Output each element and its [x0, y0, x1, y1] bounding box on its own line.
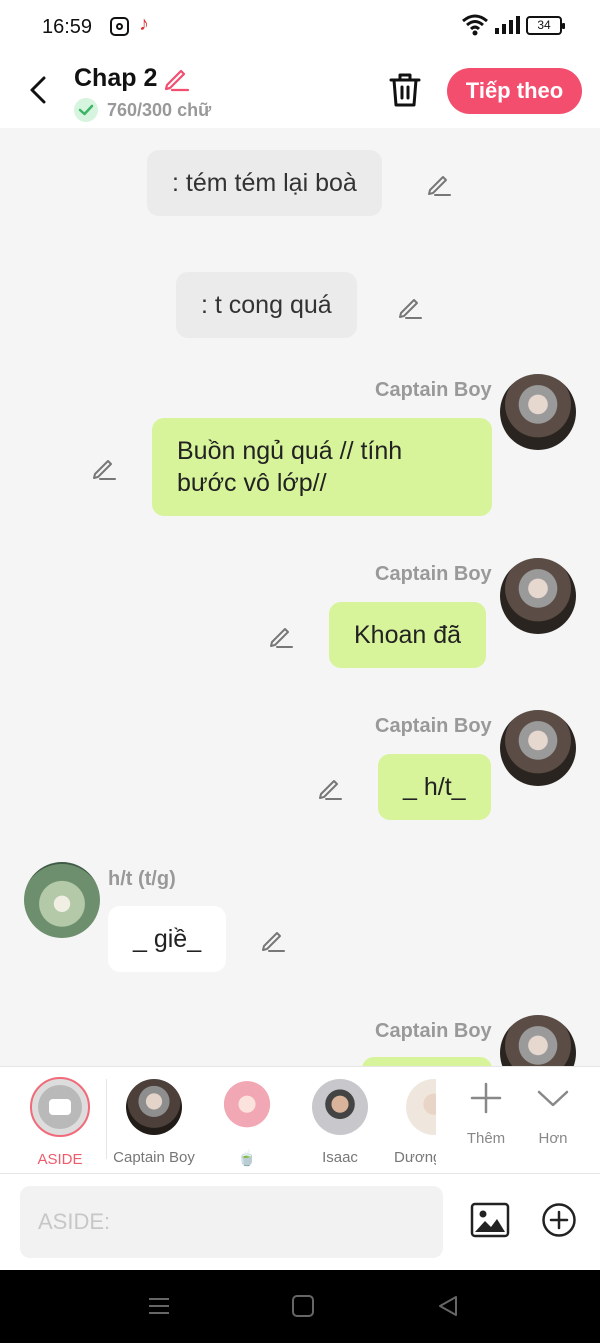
character-duong[interactable]: Dương: [388, 1077, 436, 1166]
tiktok-icon: ♪: [139, 13, 149, 35]
sender-name: Captain Boy: [375, 715, 492, 737]
edit-title-pencil-icon[interactable]: [162, 64, 190, 92]
message-input[interactable]: [20, 1186, 443, 1258]
character-avatar: [406, 1079, 436, 1135]
add-label: Thêm: [466, 1130, 506, 1147]
character-tea[interactable]: 🍵: [202, 1077, 292, 1167]
aside-avatar: [30, 1077, 90, 1137]
message-bubble[interactable]: _ h/t_: [378, 754, 491, 820]
chapter-title[interactable]: Chap 2: [74, 64, 157, 93]
chevron-down-icon: [537, 1090, 569, 1107]
avatar[interactable]: [500, 710, 576, 786]
edit-pencil-icon[interactable]: [425, 170, 453, 198]
next-button[interactable]: Tiếp theo: [447, 68, 582, 114]
menu-icon[interactable]: [147, 1294, 171, 1318]
plus-icon: [470, 1082, 502, 1114]
chat-area[interactable]: : tém tém lại boà : t cong quá Captain B…: [0, 128, 600, 1066]
back-triangle-icon[interactable]: [436, 1294, 460, 1318]
status-bar: 16:59 ♪ 34: [0, 0, 600, 52]
word-count: 760/300 chữ: [107, 100, 212, 120]
status-time: 16:59: [42, 16, 93, 38]
input-bar: [0, 1174, 600, 1270]
avatar[interactable]: [24, 862, 100, 938]
character-label: ASIDE: [37, 1151, 83, 1168]
message-bubble[interactable]: [362, 1057, 492, 1066]
edit-pencil-icon[interactable]: [316, 774, 344, 802]
aside-message-bubble[interactable]: : tém tém lại boà: [147, 150, 382, 216]
character-label: Captain Boy: [113, 1149, 195, 1166]
character-selector: ASIDE Captain Boy 🍵 Isaac Dương Thêm Hơn: [0, 1066, 600, 1174]
header: Chap 2 760/300 chữ Tiếp theo: [0, 52, 600, 128]
more-label: Hơn: [538, 1130, 568, 1147]
character-label: Dương: [394, 1149, 436, 1166]
image-icon[interactable]: [470, 1202, 510, 1238]
character-isaac[interactable]: Isaac: [295, 1077, 385, 1166]
character-captain-boy[interactable]: Captain Boy: [109, 1077, 199, 1166]
edit-pencil-icon[interactable]: [396, 293, 424, 321]
character-label: 🍵: [237, 1150, 257, 1167]
home-icon[interactable]: [292, 1295, 314, 1317]
trash-icon[interactable]: [388, 72, 422, 108]
more-button[interactable]: Hơn: [523, 1081, 583, 1147]
check-icon: [74, 98, 98, 122]
message-bubble[interactable]: _ giề_: [108, 906, 227, 972]
divider: [106, 1079, 107, 1159]
system-nav-bar: [0, 1270, 600, 1343]
edit-pencil-icon[interactable]: [267, 622, 295, 650]
wifi-icon: [462, 14, 488, 36]
character-avatar: [312, 1079, 368, 1135]
instagram-icon: [110, 17, 129, 36]
message-bubble[interactable]: Khoan đã: [329, 602, 487, 668]
character-aside[interactable]: ASIDE: [15, 1077, 105, 1168]
sender-name: Captain Boy: [375, 563, 492, 585]
add-character-button[interactable]: Thêm: [456, 1081, 516, 1147]
sender-name: h/t (t/g): [108, 868, 176, 890]
character-avatar: [126, 1079, 182, 1135]
sender-name: Captain Boy: [375, 1020, 492, 1042]
add-circle-icon[interactable]: [541, 1202, 577, 1238]
character-label: Isaac: [322, 1149, 358, 1166]
edit-pencil-icon[interactable]: [259, 926, 287, 954]
sender-name: Captain Boy: [375, 379, 492, 401]
message-bubble[interactable]: Buồn ngủ quá // tính bước vô lớp//: [152, 418, 492, 516]
aside-message-bubble[interactable]: : t cong quá: [176, 272, 357, 338]
battery-icon: 34: [526, 16, 565, 35]
back-arrow-icon[interactable]: [24, 72, 54, 108]
signal-icon: [495, 16, 520, 34]
edit-pencil-icon[interactable]: [90, 454, 118, 482]
avatar[interactable]: [500, 1015, 576, 1066]
avatar[interactable]: [500, 558, 576, 634]
avatar[interactable]: [500, 374, 576, 450]
character-avatar: [219, 1079, 275, 1135]
